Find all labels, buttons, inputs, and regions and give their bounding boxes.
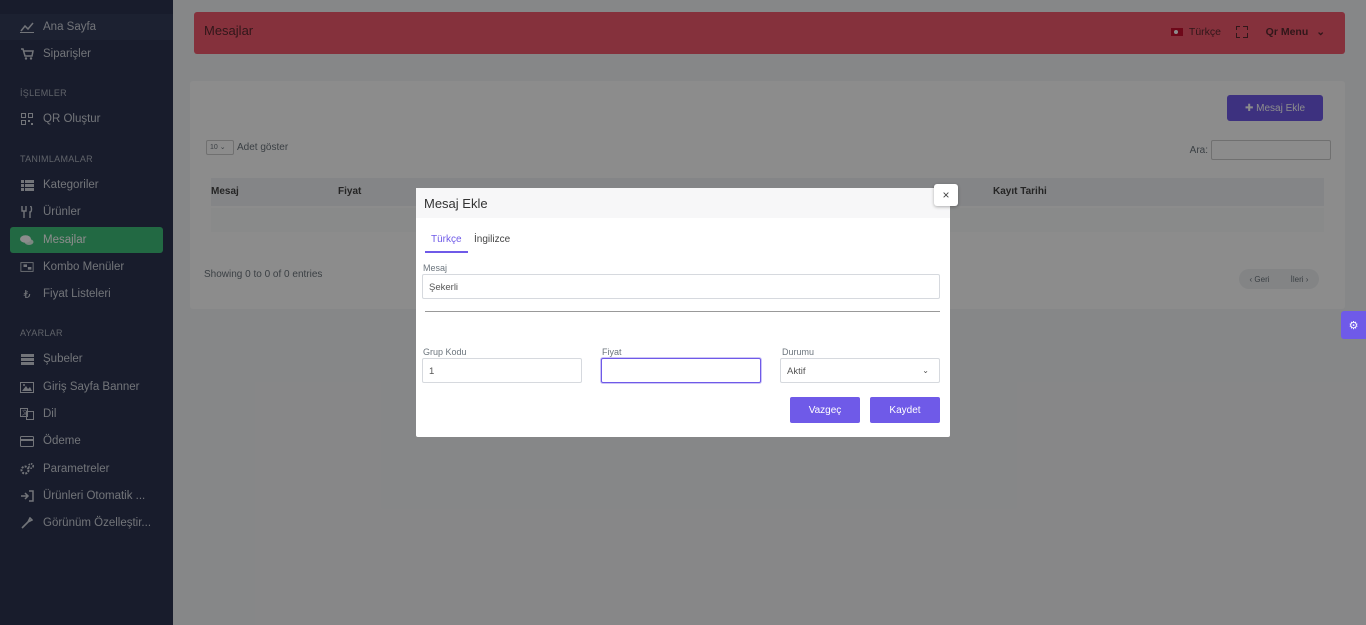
mesaj-label: Mesaj: [423, 263, 448, 273]
mesaj-value: Şekerli: [429, 282, 459, 293]
durumu-label: Durumu: [782, 347, 815, 357]
chevron-down-icon: ⌄: [922, 366, 929, 375]
active-tab-indicator: [425, 251, 468, 253]
durumu-value: Aktif: [787, 366, 806, 377]
modal-title: Mesaj Ekle: [424, 196, 488, 211]
durumu-select[interactable]: Aktif ⌄: [780, 358, 940, 383]
tab-ingilizce[interactable]: İngilizce: [474, 234, 510, 245]
fiyat-input[interactable]: [601, 358, 761, 383]
cancel-button[interactable]: Vazgeç: [790, 397, 860, 423]
divider: [425, 311, 940, 312]
close-button[interactable]: ×: [934, 184, 958, 206]
grup-kodu-value: 1: [429, 366, 435, 377]
fiyat-label: Fiyat: [602, 347, 622, 357]
modal-header: Mesaj Ekle: [416, 188, 950, 218]
settings-toggle-icon[interactable]: ⚙: [1341, 311, 1366, 339]
grup-kodu-input[interactable]: 1: [422, 358, 582, 383]
add-message-modal: Mesaj Ekle × Türkçe İngilizce Mesaj Şeke…: [416, 184, 958, 437]
mesaj-input[interactable]: Şekerli: [422, 274, 940, 299]
save-button[interactable]: Kaydet: [870, 397, 940, 423]
tab-turkce[interactable]: Türkçe: [431, 234, 462, 245]
grup-kodu-label: Grup Kodu: [423, 347, 467, 357]
